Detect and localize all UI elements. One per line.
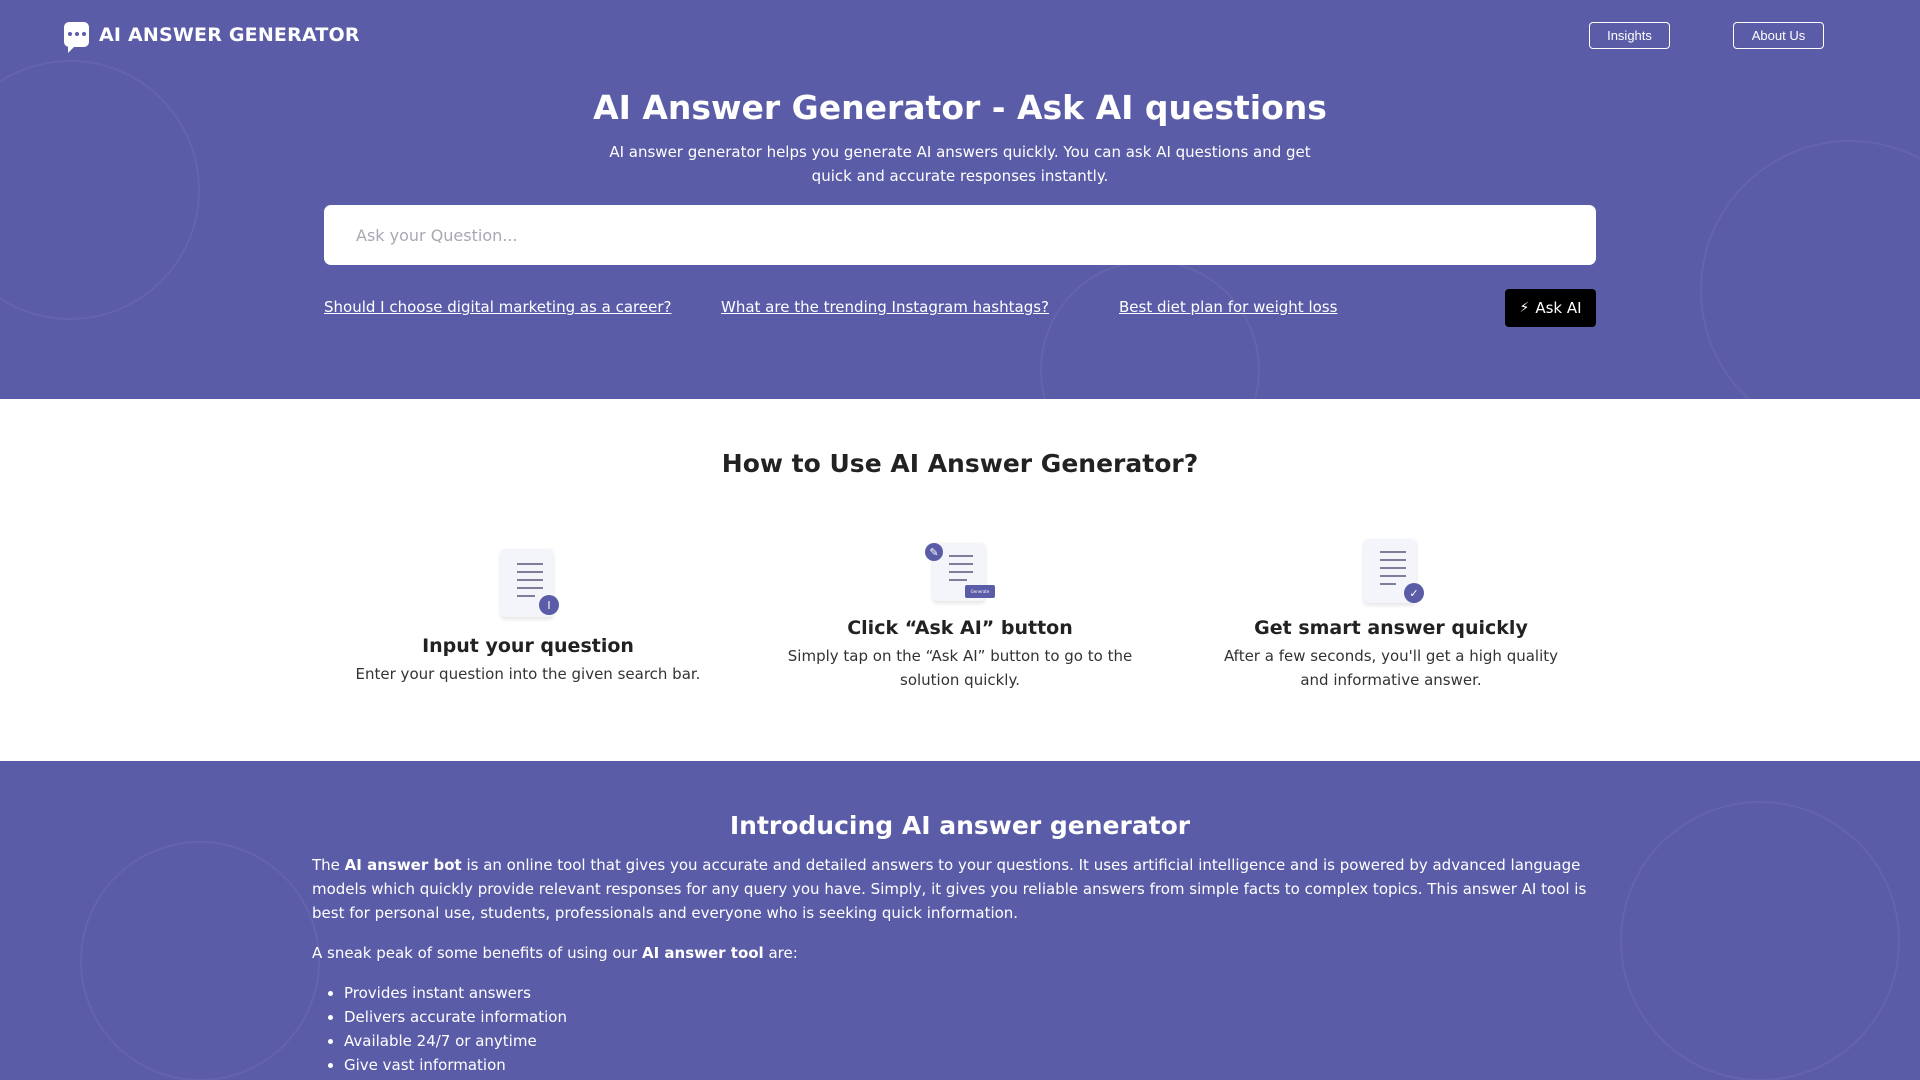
step-title: Input your question [422, 635, 634, 657]
intro-paragraph: The AI answer bot is an online tool that… [312, 856, 1587, 922]
step-description: Simply tap on the “Ask AI” button to go … [787, 647, 1133, 689]
generate-mini-button: Generate [965, 585, 995, 598]
benefits-list: Provides instant answers Delivers accura… [312, 981, 1608, 1077]
background-swirl [1620, 801, 1900, 1080]
step-title: Click “Ask AI” button [847, 617, 1073, 639]
background-swirl [1040, 260, 1260, 399]
intro-paragraph: A sneak peak of some benefits of using o… [312, 944, 798, 962]
hero-section: AI ANSWER GENERATOR Insights About Us AI… [0, 0, 1920, 399]
document-cursor-icon: I [493, 549, 563, 621]
step-card: I Input your question Enter your questio… [348, 549, 708, 686]
background-swirl [1700, 140, 1920, 399]
list-item: Provides instant answers [344, 981, 1608, 1005]
ask-ai-label: Ask AI [1535, 299, 1582, 317]
background-swirl [80, 841, 320, 1080]
document-generate-icon: ✎ Generate [925, 543, 995, 603]
intro-section: Introducing AI answer generator The AI a… [0, 761, 1920, 1080]
list-item: Give vast information [344, 1053, 1608, 1077]
step-card: ✓ Get smart answer quickly After a few s… [1211, 539, 1571, 692]
list-item: Available 24/7 or anytime [344, 1029, 1608, 1053]
brand-logo[interactable]: AI ANSWER GENERATOR [64, 22, 360, 53]
page-title: AI Answer Generator - Ask AI questions [593, 88, 1327, 127]
list-item: Delivers accurate information [344, 1005, 1608, 1029]
suggestion-link[interactable]: Best diet plan for weight loss [1119, 298, 1337, 316]
suggestion-link[interactable]: Should I choose digital marketing as a c… [324, 298, 671, 316]
chat-bubble-icon [64, 22, 89, 53]
how-title: How to Use AI Answer Generator? [721, 449, 1199, 478]
how-to-use-section: How to Use AI Answer Generator? I Input … [0, 399, 1920, 761]
suggestion-link[interactable]: What are the trending Instagram hashtags… [721, 298, 1049, 316]
page-subtitle: AI answer generator helps you generate A… [609, 143, 1311, 185]
nav-insights-button[interactable]: Insights [1589, 22, 1670, 49]
document-check-icon: ✓ [1356, 539, 1426, 603]
intro-body: The AI answer bot is an online tool that… [312, 853, 1608, 1077]
step-title: Get smart answer quickly [1254, 617, 1528, 639]
magic-wand-icon: ⚡ [1519, 300, 1530, 316]
intro-title: Introducing AI answer generator [729, 811, 1191, 840]
step-card: ✎ Generate Click “Ask AI” button Simply … [780, 543, 1140, 692]
brand-name: AI ANSWER GENERATOR [99, 23, 360, 46]
step-description: After a few seconds, you'll get a high q… [1223, 647, 1559, 689]
step-description: Enter your question into the given searc… [355, 665, 701, 683]
nav-about-button[interactable]: About Us [1733, 22, 1824, 49]
question-search-input[interactable] [324, 205, 1596, 265]
ask-ai-button[interactable]: ⚡ Ask AI [1505, 289, 1596, 327]
